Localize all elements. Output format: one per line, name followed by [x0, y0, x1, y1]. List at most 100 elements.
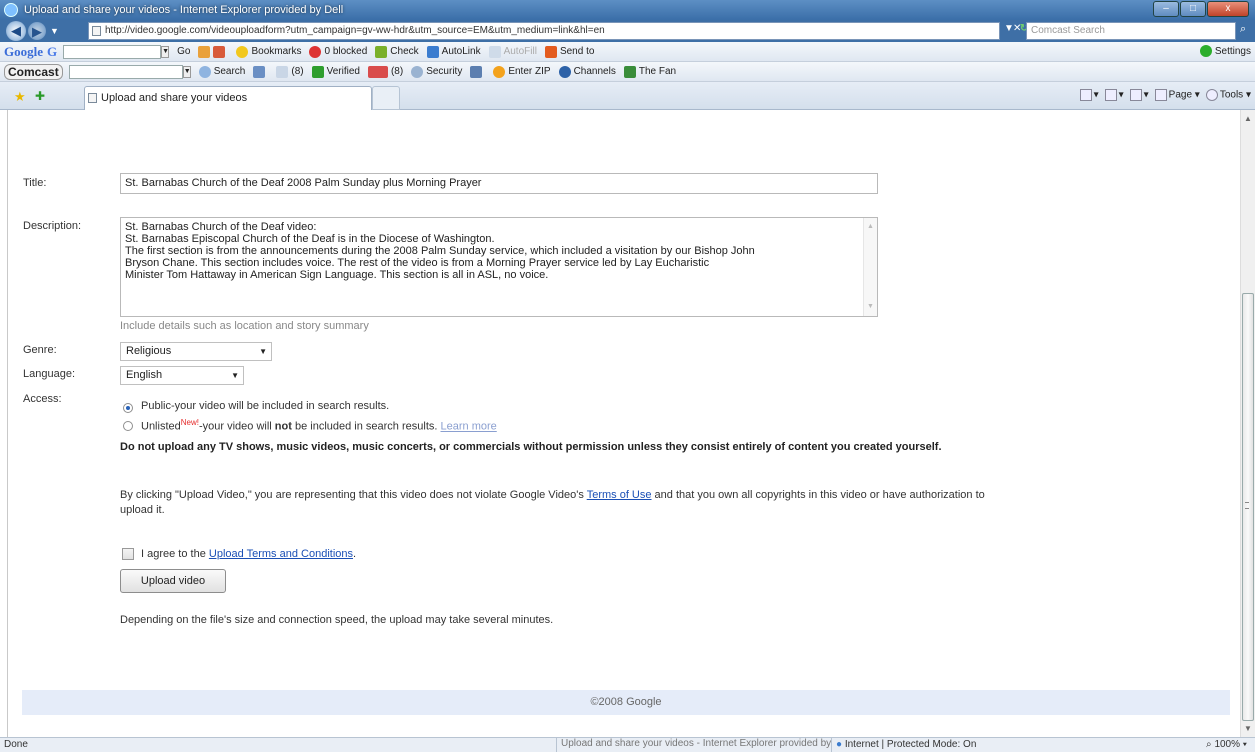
- page-menu[interactable]: Page ▾: [1154, 89, 1200, 101]
- security-label: Security: [426, 66, 463, 77]
- title-field[interactable]: St. Barnabas Church of the Deaf 2008 Pal…: [120, 173, 878, 194]
- access-label: Access:: [23, 393, 62, 405]
- public-radio[interactable]: [123, 403, 133, 413]
- page-scrollbar[interactable]: ▲ ▼: [1240, 110, 1255, 737]
- security-zone[interactable]: ● Internet | Protected Mode: On: [836, 739, 976, 750]
- lock-icon: [411, 65, 424, 78]
- verified-button[interactable]: Verified: [311, 65, 360, 78]
- new-tab-button[interactable]: [372, 86, 400, 110]
- add-favorites-icon[interactable]: ✚: [35, 89, 45, 103]
- user-icon: [253, 65, 266, 78]
- pagerank-icon: [198, 45, 211, 58]
- enterzip-button[interactable]: Enter ZIP: [493, 65, 551, 78]
- popup-blocker-button[interactable]: 0 blocked: [309, 45, 368, 58]
- tab-row: ★ ✚ Upload and share your videos ▾ ▾ ▾ P…: [0, 82, 1255, 110]
- bookmarks-button[interactable]: Bookmarks: [236, 45, 301, 58]
- zoom-control[interactable]: ⌕ 100% ▾: [1206, 739, 1247, 750]
- agree-checkbox[interactable]: [122, 548, 134, 560]
- google-go-button[interactable]: Go: [177, 46, 190, 57]
- comcast-search-label: Search: [213, 66, 246, 77]
- stop-icon[interactable]: ✕: [1013, 23, 1021, 34]
- recent-pages-dropdown[interactable]: ▼: [50, 26, 59, 36]
- mail-icon: [276, 65, 289, 78]
- google-search-dropdown[interactable]: ▼: [161, 45, 170, 58]
- thefan-button[interactable]: The Fan: [623, 65, 676, 78]
- description-line: Minister Tom Hattaway in American Sign L…: [125, 269, 549, 281]
- description-scrollbar[interactable]: ▲ ▼: [863, 218, 877, 316]
- maximize-button[interactable]: □: [1180, 1, 1206, 17]
- search-input[interactable]: Comcast Search: [1026, 22, 1236, 40]
- magnifier-icon: [198, 65, 211, 78]
- copyright-warning: Do not upload any TV shows, music videos…: [120, 441, 942, 453]
- close-button[interactable]: x: [1207, 1, 1249, 17]
- scroll-down-icon[interactable]: ▼: [867, 301, 874, 313]
- feeds-button[interactable]: ▾: [1104, 89, 1124, 101]
- window-title-bar: Upload and share your videos - Internet …: [0, 0, 1255, 20]
- tools-menu[interactable]: Tools ▾: [1205, 89, 1251, 101]
- security-button[interactable]: Security: [411, 65, 463, 78]
- google-search-input[interactable]: [63, 44, 162, 59]
- toolbar-icons[interactable]: [198, 45, 228, 58]
- scroll-up-icon[interactable]: ▲: [867, 221, 874, 233]
- spellcheck-button[interactable]: Check: [375, 45, 419, 58]
- shield-icon: [470, 65, 483, 78]
- check-label: Check: [390, 46, 419, 57]
- upload-time-note: Depending on the file's size and connect…: [120, 614, 554, 626]
- settings-button[interactable]: Settings: [1199, 45, 1251, 57]
- scrollbar-grip: [1245, 502, 1249, 509]
- comcast-toolbar: Comcast ▼ Search (8) Verified (8) Securi…: [0, 62, 1255, 82]
- address-input[interactable]: http://video.google.com/videouploadform?…: [88, 22, 1000, 40]
- page-footer: ©2008 Google: [22, 690, 1230, 715]
- mail-button[interactable]: (8): [276, 65, 304, 78]
- page-menu-label: Page: [1168, 89, 1193, 101]
- home-button[interactable]: ▾: [1079, 89, 1099, 101]
- comcast-search-input[interactable]: [68, 64, 183, 79]
- language-select[interactable]: English ▼: [120, 366, 244, 385]
- tools-menu-label: Tools: [1219, 89, 1244, 101]
- settings-label: Settings: [1214, 45, 1251, 57]
- agree-post: .: [353, 548, 357, 560]
- google-toolbar: Google G ▼ Go Bookmarks 0 blocked Check …: [0, 42, 1255, 62]
- autolink-button[interactable]: AutoLink: [426, 45, 481, 58]
- channels-button[interactable]: Channels: [558, 65, 616, 78]
- unlisted-not: not: [274, 420, 292, 433]
- learn-more-link[interactable]: Learn more: [441, 421, 497, 433]
- news-icon: [213, 45, 226, 58]
- forward-button[interactable]: ▶: [28, 22, 46, 40]
- comcast-search-dropdown[interactable]: ▼: [182, 65, 191, 78]
- home-icon: [1079, 89, 1092, 101]
- send-icon: [544, 45, 557, 58]
- comcast-logo[interactable]: Comcast: [4, 63, 63, 80]
- google-g-icon[interactable]: G: [47, 44, 57, 60]
- search-icon[interactable]: ⌕: [1240, 23, 1246, 36]
- blocked-label: 0 blocked: [324, 46, 368, 57]
- scroll-up-icon[interactable]: ▲: [1244, 114, 1252, 123]
- star-icon: [236, 45, 249, 58]
- tab-upload[interactable]: Upload and share your videos: [84, 86, 372, 110]
- favorites-star-icon[interactable]: ★: [14, 89, 26, 105]
- user-icon-button[interactable]: [253, 65, 268, 78]
- scroll-down-icon[interactable]: ▼: [1244, 724, 1252, 733]
- minimize-button[interactable]: –: [1153, 1, 1179, 17]
- sendto-button[interactable]: Send to: [544, 45, 595, 58]
- description-line: St. Barnabas Episcopal Church of the Dea…: [125, 233, 495, 245]
- tv-button[interactable]: (8): [367, 65, 404, 78]
- sendto-label: Send to: [559, 46, 595, 57]
- back-button[interactable]: ◀: [6, 21, 26, 41]
- upload-video-button[interactable]: Upload video: [120, 569, 226, 593]
- check-icon: [375, 45, 388, 58]
- comcast-search-button[interactable]: Search: [198, 65, 246, 78]
- tv-count: (8): [390, 66, 404, 77]
- genre-select[interactable]: Religious ▼: [120, 342, 272, 361]
- channels-label: Channels: [573, 66, 616, 77]
- autofill-button[interactable]: AutoFill: [488, 45, 537, 58]
- agree-pre: I agree to the: [141, 548, 209, 560]
- terms-of-use-link[interactable]: Terms of Use: [587, 489, 652, 501]
- agree-text: I agree to the Upload Terms and Conditio…: [141, 548, 356, 560]
- unlisted-radio[interactable]: [123, 421, 133, 431]
- description-field[interactable]: St. Barnabas Church of the Deaf video: S…: [120, 217, 878, 317]
- print-button[interactable]: ▾: [1129, 89, 1149, 101]
- status-text: Done: [4, 739, 28, 750]
- shield-button[interactable]: [470, 65, 485, 78]
- upload-terms-link[interactable]: Upload Terms and Conditions: [209, 548, 353, 560]
